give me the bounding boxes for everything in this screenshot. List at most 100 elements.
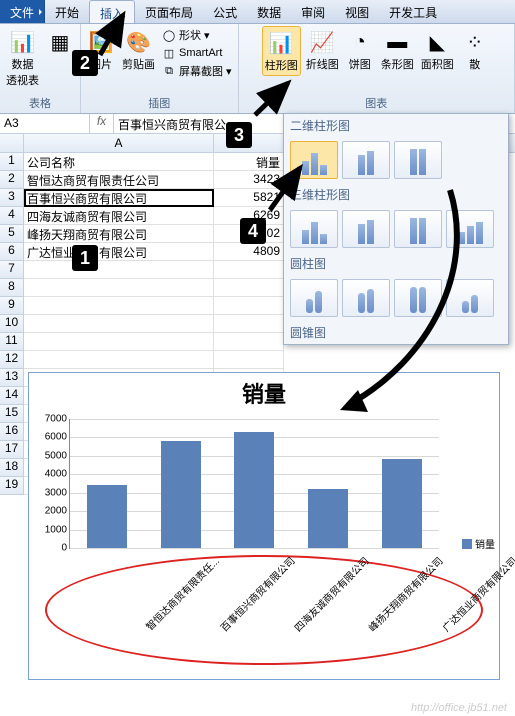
row-header[interactable]: 14 [0, 387, 24, 405]
tab-file[interactable]: 文件 [0, 0, 45, 23]
chart-type-clustered-cylinder[interactable] [290, 279, 338, 317]
tab-formula[interactable]: 公式 [203, 0, 247, 23]
section-cone: 圆锥图 [284, 321, 508, 344]
chart-type-100stacked-cylinder[interactable] [394, 279, 442, 317]
area-chart-button[interactable]: ◣ 面积图 [419, 26, 456, 74]
chart-x-label: 峰扬天翔商贸有限公司 [365, 553, 446, 634]
group-illus-label: 插图 [148, 95, 170, 111]
watermark: http://office.jb51.net [411, 702, 507, 714]
row-header[interactable]: 8 [0, 279, 24, 297]
row-header[interactable]: 9 [0, 297, 24, 315]
row-header[interactable]: 5 [0, 225, 24, 243]
chart-type-stacked-column-3d[interactable] [342, 210, 390, 248]
col-header-A[interactable]: A [24, 134, 214, 152]
chart-x-label: 百事恒兴商贸有限公司 [217, 553, 298, 634]
tab-review[interactable]: 审阅 [291, 0, 335, 23]
chart-x-label: 四海友诚商贸有限公司 [291, 553, 372, 634]
pivot-table-button[interactable]: 📊 数据 透视表 [4, 26, 41, 90]
section-3d-column: 三维柱形图 [284, 183, 508, 206]
row-header[interactable]: 2 [0, 171, 24, 189]
pie-chart-button[interactable]: ◔ 饼图 [344, 26, 376, 74]
chart-bar [234, 432, 274, 548]
chart-type-clustered-column-3d[interactable] [290, 210, 338, 248]
smartart-icon: ◫ [162, 46, 176, 60]
cell-B2[interactable]: 3423 [214, 171, 284, 189]
cell-A2[interactable]: 智恒达商贸有限责任公司 [24, 171, 214, 189]
tab-dev[interactable]: 开发工具 [379, 0, 447, 23]
cell-B7[interactable] [214, 261, 284, 279]
callout-3: 3 [226, 122, 252, 148]
column-chart-button[interactable]: 📊 柱形图 [262, 26, 301, 76]
cell-B3[interactable]: 5821 [214, 189, 284, 207]
tab-home[interactable]: 开始 [45, 0, 89, 23]
cell-B8[interactable] [214, 279, 284, 297]
scatter-chart-icon: ⁘ [461, 28, 489, 56]
row-header[interactable]: 15 [0, 405, 24, 423]
clipart-icon: 🎨 [125, 28, 153, 56]
chart-x-labels: 智恒达商贸有限责任...百事恒兴商贸有限公司四海友诚商贸有限公司峰扬天翔商贸有限… [69, 553, 439, 663]
screenshot-button[interactable]: ⧉屏幕截图▾ [160, 62, 234, 80]
chart-type-column-3d[interactable] [446, 210, 494, 248]
cell-A12[interactable] [24, 351, 214, 369]
cell-B10[interactable] [214, 315, 284, 333]
row-header[interactable]: 10 [0, 315, 24, 333]
cell-A3[interactable]: 百事恒兴商贸有限公司 [24, 189, 214, 207]
tab-view[interactable]: 视图 [335, 0, 379, 23]
table-icon: ▦ [46, 28, 74, 56]
row-header[interactable]: 19 [0, 477, 24, 495]
column-chart-icon: 📊 [267, 29, 295, 57]
shapes-button[interactable]: ◯形状▾ [160, 26, 234, 44]
tab-layout[interactable]: 页面布局 [135, 0, 203, 23]
row-header[interactable]: 13 [0, 369, 24, 387]
row-header[interactable]: 18 [0, 459, 24, 477]
row-header[interactable]: 11 [0, 333, 24, 351]
cell-B6[interactable]: 4809 [214, 243, 284, 261]
cell-A5[interactable]: 峰扬天翔商贸有限公司 [24, 225, 214, 243]
row-header[interactable]: 1 [0, 153, 24, 171]
name-box[interactable]: A3 [0, 114, 90, 133]
row-header[interactable]: 12 [0, 351, 24, 369]
cell-B12[interactable] [214, 351, 284, 369]
cell-A8[interactable] [24, 279, 214, 297]
row-header[interactable]: 16 [0, 423, 24, 441]
embedded-chart[interactable]: 销量 01000200030004000500060007000 销量 智恒达商… [28, 372, 500, 680]
chart-type-stacked-column-2d[interactable] [342, 141, 390, 179]
chart-type-stacked-cylinder[interactable] [342, 279, 390, 317]
section-2d-column: 二维柱形图 [284, 114, 508, 137]
cell-B1[interactable]: 销量 [214, 153, 284, 171]
cell-A10[interactable] [24, 315, 214, 333]
cell-B11[interactable] [214, 333, 284, 351]
chart-type-clustered-column-2d[interactable] [290, 141, 338, 179]
cell-A11[interactable] [24, 333, 214, 351]
tab-insert[interactable]: 插入 [89, 0, 135, 23]
area-chart-icon: ◣ [423, 28, 451, 56]
chart-type-cylinder-3d[interactable] [446, 279, 494, 317]
callout-4: 4 [240, 218, 266, 244]
scatter-chart-button[interactable]: ⁘ 散 [459, 26, 491, 74]
cell-A9[interactable] [24, 297, 214, 315]
smartart-button[interactable]: ◫SmartArt [160, 45, 234, 61]
row-header[interactable]: 6 [0, 243, 24, 261]
chevron-down-icon: ▾ [226, 65, 232, 78]
bar-chart-button[interactable]: ▬ 条形图 [379, 26, 416, 74]
cell-B9[interactable] [214, 297, 284, 315]
table-row: 12 [0, 351, 515, 369]
callout-1: 1 [72, 245, 98, 271]
chart-bar [382, 459, 422, 548]
chart-type-100stacked-column-3d[interactable] [394, 210, 442, 248]
row-header[interactable]: 3 [0, 189, 24, 207]
tab-data[interactable]: 数据 [247, 0, 291, 23]
clipart-button[interactable]: 🎨 剪贴画 [120, 26, 157, 74]
ribbon-tabs: 文件 开始 插入 页面布局 公式 数据 审阅 视图 开发工具 [0, 0, 515, 24]
row-header[interactable]: 4 [0, 207, 24, 225]
line-chart-button[interactable]: 📈 折线图 [304, 26, 341, 74]
row-header[interactable]: 7 [0, 261, 24, 279]
chart-type-100stacked-column-2d[interactable] [394, 141, 442, 179]
cell-A6[interactable]: 广达恒业商贸有限公司 [24, 243, 214, 261]
select-all-corner[interactable] [0, 134, 24, 152]
cell-A4[interactable]: 四海友诚商贸有限公司 [24, 207, 214, 225]
cell-A1[interactable]: 公司名称 [24, 153, 214, 171]
cell-A7[interactable] [24, 261, 214, 279]
fx-button[interactable]: fx [90, 114, 114, 133]
row-header[interactable]: 17 [0, 441, 24, 459]
